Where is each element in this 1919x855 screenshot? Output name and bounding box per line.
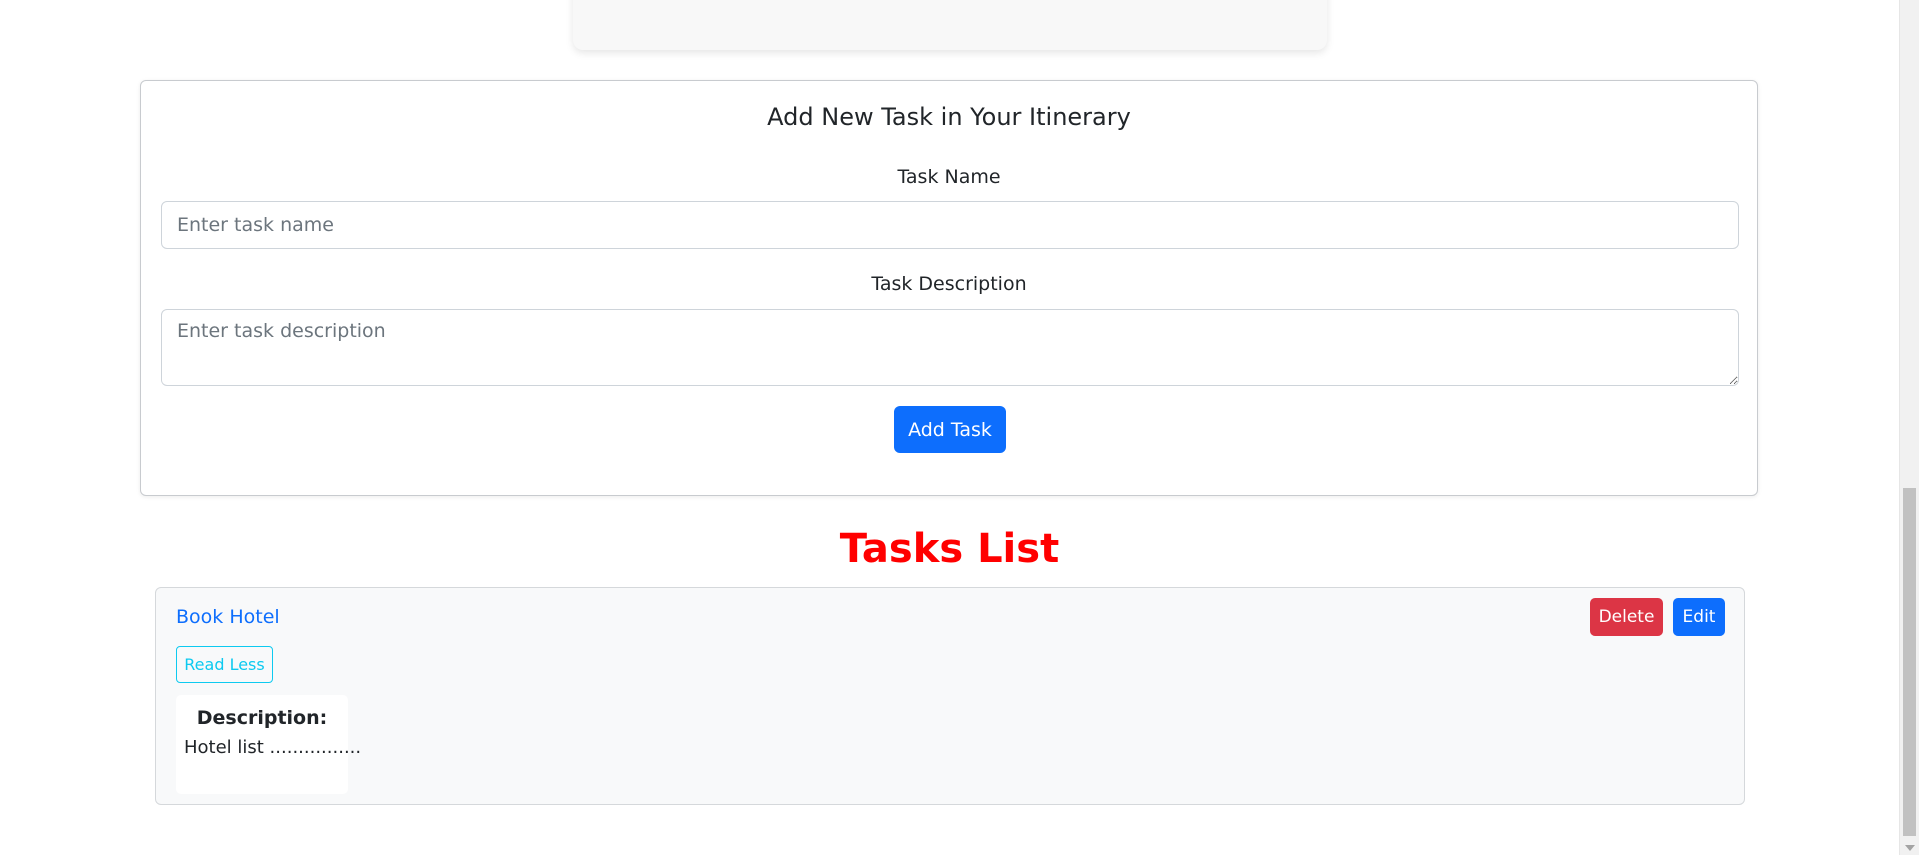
previous-card (573, 0, 1327, 50)
edit-button[interactable]: Edit (1673, 598, 1725, 636)
vertical-scrollbar[interactable] (1899, 0, 1919, 855)
scroll-down-arrow-icon[interactable] (1905, 845, 1915, 851)
description-label: Description: (196, 707, 328, 729)
scrollbar-thumb[interactable] (1903, 488, 1916, 836)
delete-button[interactable]: Delete (1590, 598, 1663, 636)
task-name-label: Task Name (897, 166, 1001, 188)
task-item: Book Hotel Delete Edit Read Less Descrip… (155, 587, 1745, 805)
tasks-list-heading: Tasks List (839, 526, 1060, 572)
page: Add New Task in Your Itinerary Task Name… (0, 0, 1919, 855)
read-less-button[interactable]: Read Less (176, 646, 273, 683)
task-description-box: Description: Hotel list ................ (176, 695, 362, 794)
task-description-input[interactable] (161, 309, 1739, 386)
task-description-label: Task Description (871, 273, 1027, 295)
description-text: Hotel list ................ (184, 737, 362, 758)
add-task-form: Add New Task in Your Itinerary Task Name… (140, 80, 1758, 496)
add-task-button[interactable]: Add Task (894, 406, 1006, 453)
task-name-input[interactable] (161, 201, 1739, 249)
form-title: Add New Task in Your Itinerary (767, 103, 1131, 131)
task-title-link[interactable]: Book Hotel (176, 606, 280, 628)
